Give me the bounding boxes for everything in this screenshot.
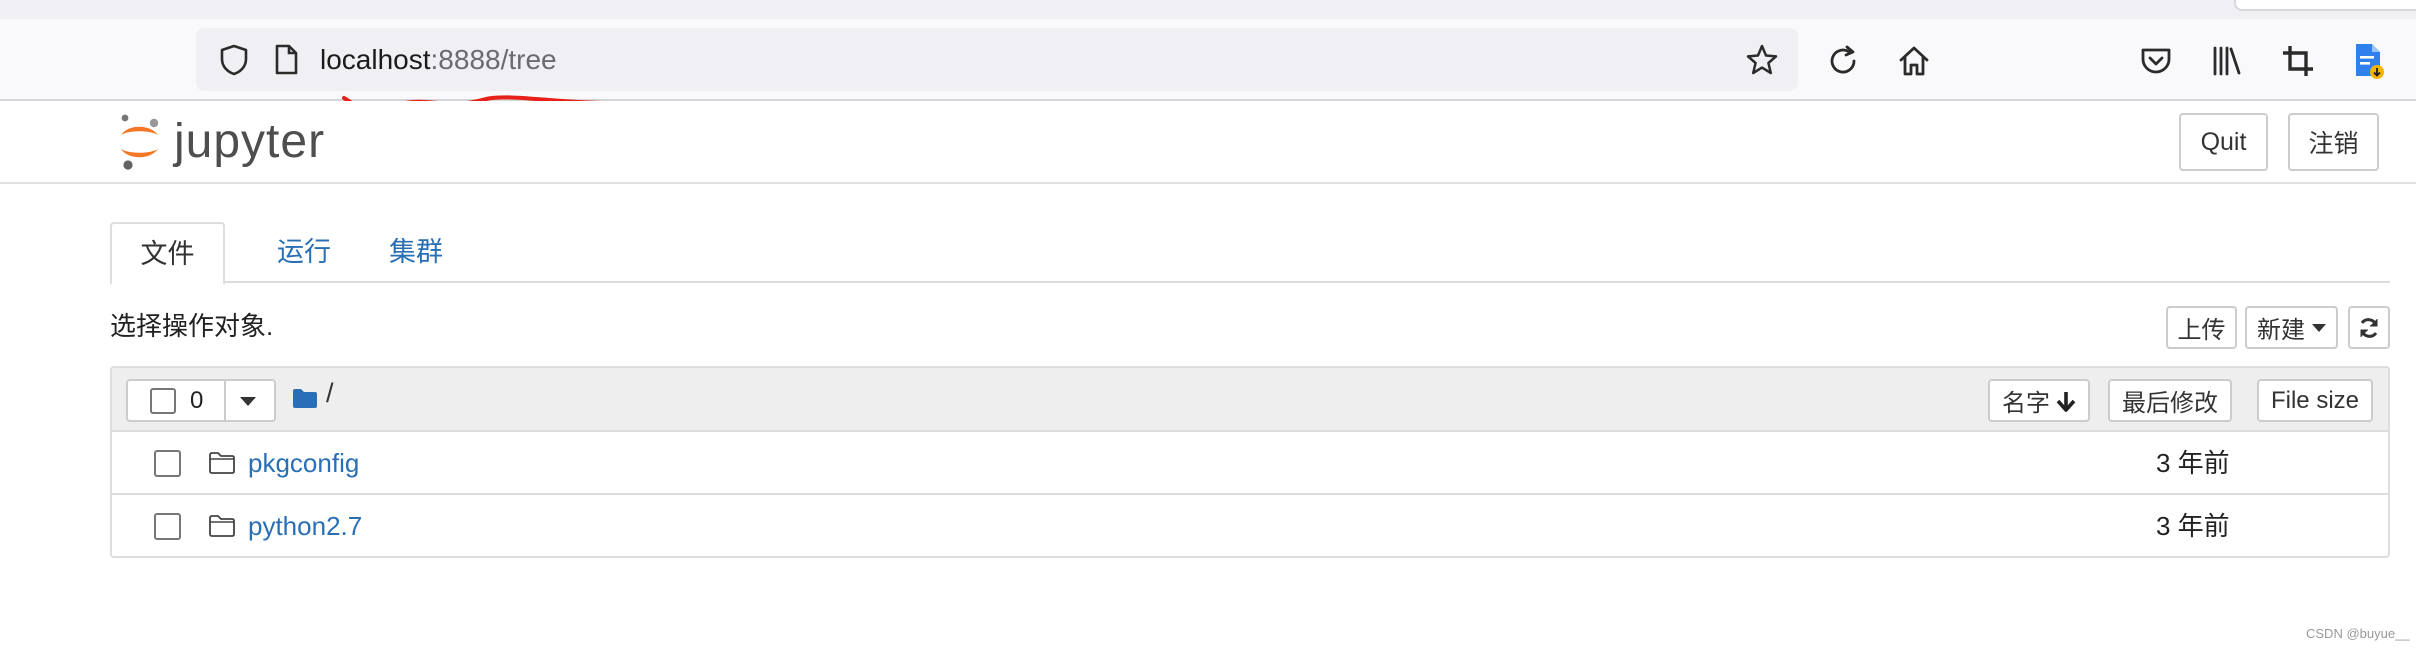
- url-text[interactable]: localhost:8888/tree: [320, 28, 557, 91]
- tab-clusters[interactable]: 集群: [372, 222, 460, 283]
- tab-running[interactable]: 运行: [260, 222, 348, 283]
- url-host: localhost: [320, 44, 431, 75]
- breadcrumb-root[interactable]: /: [326, 378, 334, 409]
- sort-by-size-button[interactable]: File size: [2257, 379, 2373, 422]
- new-button-label: 新建: [2257, 317, 2305, 344]
- folder-icon: [208, 514, 236, 543]
- sort-by-name-button[interactable]: 名字: [1988, 379, 2090, 422]
- browser-popup-edge: [2234, 0, 2416, 11]
- file-modified-time: 3 年前: [2156, 511, 2230, 541]
- pocket-icon[interactable]: [2133, 38, 2179, 84]
- screenshot-crop-icon[interactable]: [2275, 38, 2321, 84]
- address-bar[interactable]: localhost:8888/tree: [196, 28, 1798, 91]
- arrow-down-icon: [2056, 391, 2076, 412]
- refresh-icon: [2360, 317, 2378, 338]
- selected-count: 0: [190, 387, 204, 414]
- new-dropdown-button[interactable]: 新建: [2245, 306, 2338, 349]
- sort-by-modified-button[interactable]: 最后修改: [2108, 379, 2232, 422]
- url-path: :8888/tree: [430, 44, 557, 75]
- extension-icon[interactable]: [2345, 38, 2391, 84]
- folder-path-icon[interactable]: [292, 388, 318, 414]
- select-all-checkbox[interactable]: [150, 388, 176, 414]
- jupyter-header: jupyter Quit 注销: [0, 101, 2416, 184]
- file-row[interactable]: pkgconfig 3 年前: [112, 432, 2388, 495]
- page-icon[interactable]: [266, 28, 306, 91]
- caret-down-icon: [2312, 323, 2326, 332]
- quit-button[interactable]: Quit: [2179, 113, 2268, 171]
- reload-icon[interactable]: [1820, 38, 1866, 84]
- select-hint-text: 选择操作对象.: [110, 311, 274, 341]
- folder-icon: [208, 451, 236, 480]
- sort-name-label: 名字: [2002, 390, 2050, 417]
- upload-button[interactable]: 上传: [2166, 306, 2237, 349]
- file-modified-time: 3 年前: [2156, 448, 2230, 478]
- home-icon[interactable]: [1891, 38, 1937, 84]
- browser-tab-strip: [0, 0, 2416, 19]
- file-row[interactable]: python2.7 3 年前: [112, 495, 2388, 558]
- file-name-link[interactable]: python2.7: [248, 495, 362, 558]
- select-all-group[interactable]: 0: [126, 379, 276, 422]
- jupyter-logo-text: jupyter: [174, 114, 326, 168]
- main-tabs: 文件 运行 集群: [110, 222, 2390, 285]
- row-checkbox[interactable]: [154, 450, 181, 477]
- file-list: 0 / 名字 最后修改 File size pkgconfig 3 年前 pyt…: [110, 366, 2390, 558]
- tab-files[interactable]: 文件: [110, 222, 225, 285]
- library-icon[interactable]: [2204, 38, 2250, 84]
- refresh-button[interactable]: [2348, 306, 2390, 349]
- file-name-link[interactable]: pkgconfig: [248, 432, 359, 495]
- browser-toolbar: localhost:8888/tree: [0, 19, 2416, 101]
- select-divider: [224, 381, 226, 420]
- row-checkbox[interactable]: [154, 513, 181, 540]
- shield-icon[interactable]: [214, 28, 254, 91]
- select-dropdown-caret-icon[interactable]: [240, 397, 256, 406]
- csdn-watermark: CSDN @buyue__: [2306, 626, 2410, 641]
- file-list-header: 0 / 名字 最后修改 File size: [112, 368, 2388, 432]
- bookmark-star-icon[interactable]: [1742, 28, 1782, 91]
- logout-button[interactable]: 注销: [2288, 113, 2379, 171]
- jupyter-logo-icon: [121, 114, 159, 170]
- jupyter-logo[interactable]: jupyter: [116, 111, 325, 171]
